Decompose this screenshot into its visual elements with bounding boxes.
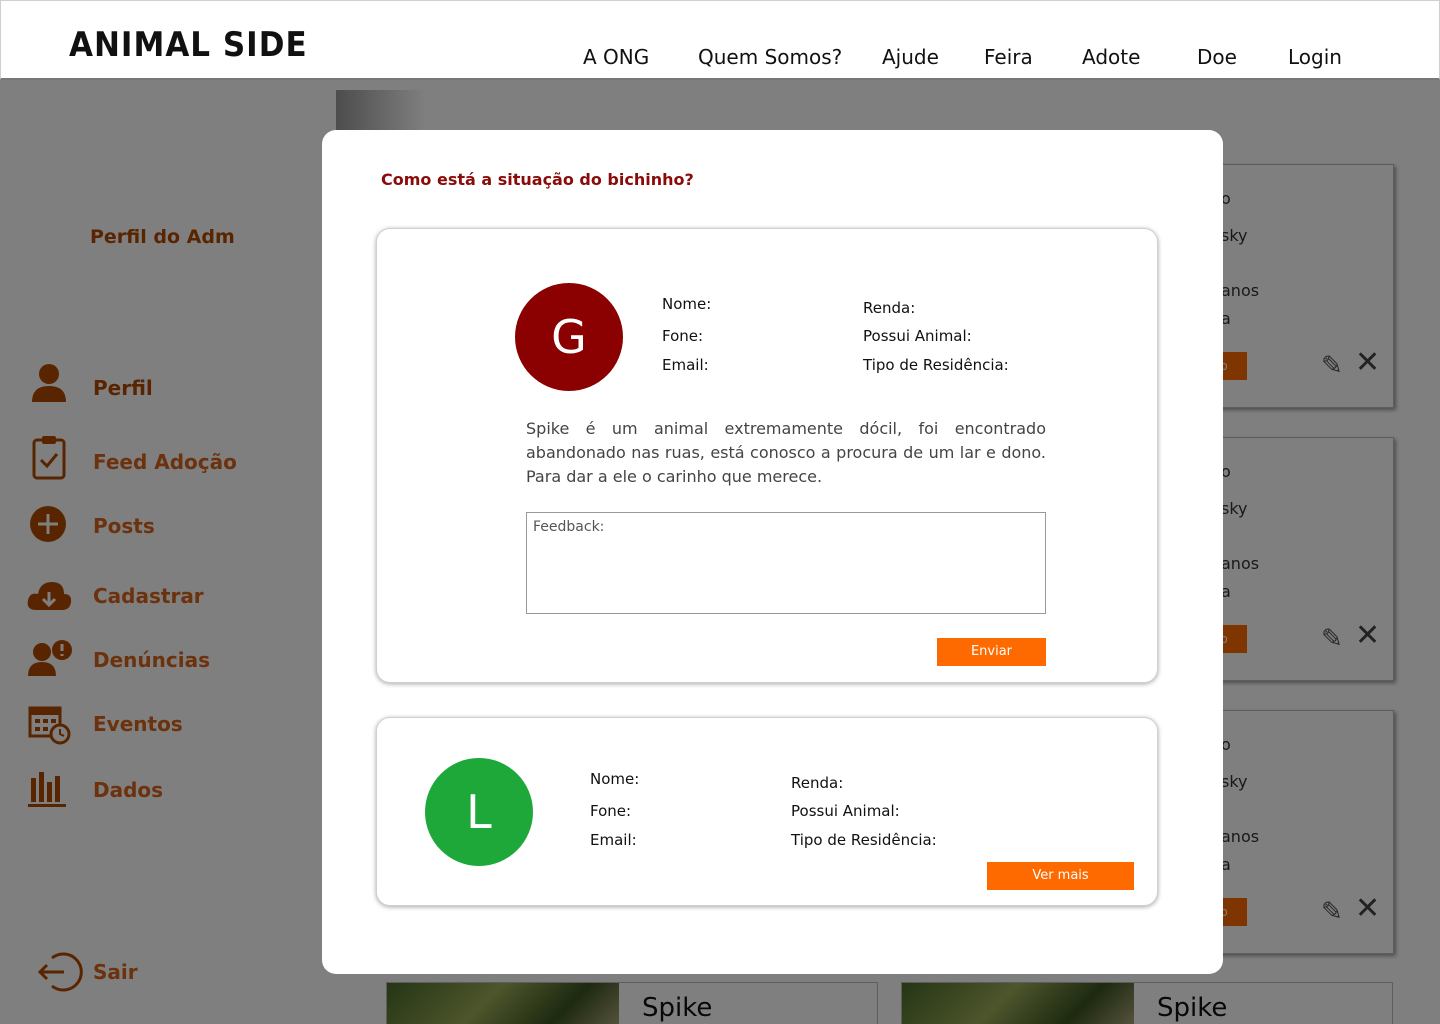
nav-quem-somos[interactable]: Quem Somos? [698,45,842,69]
avatar: G [515,283,623,391]
nav-feira[interactable]: Feira [984,45,1033,69]
nav-adote[interactable]: Adote [1082,45,1140,69]
field-fone: Fone: [590,802,632,820]
field-tipo-residencia: Tipo de Residência: [791,831,937,849]
feedback-modal: Como está a situação do bichinho? G Nome… [322,130,1223,974]
application-card: G Nome: Fone: Email: Renda: Possui Anima… [376,228,1158,683]
avatar: L [425,758,533,866]
field-tipo-residencia: Tipo de Residência: [863,356,1009,374]
nav-ajude[interactable]: Ajude [882,45,939,69]
send-button[interactable]: Enviar [937,638,1046,666]
field-renda: Renda: [863,299,916,317]
see-more-button[interactable]: Ver mais [987,862,1134,890]
pet-description: Spike é um animal extremamente dócil, fo… [526,419,1046,486]
nav-login[interactable]: Login [1288,45,1342,69]
feedback-input[interactable] [526,512,1046,614]
field-renda: Renda: [791,774,844,792]
field-nome: Nome: [590,770,640,788]
field-email: Email: [590,831,637,849]
field-possui-animal: Possui Animal: [791,802,900,820]
application-card: L Nome: Fone: Email: Renda: Possui Anima… [376,717,1158,906]
nav-doe[interactable]: Doe [1197,45,1237,69]
nav-a-ong[interactable]: A ONG [583,45,649,69]
field-nome: Nome: [662,295,712,313]
field-fone: Fone: [662,327,704,345]
modal-title: Como está a situação do bichinho? [381,170,694,189]
field-email: Email: [662,356,709,374]
top-header: ANIMAL SIDE A ONG Quem Somos? Ajude Feir… [0,0,1440,80]
field-possui-animal: Possui Animal: [863,327,972,345]
brand-logo[interactable]: ANIMAL SIDE [69,25,308,65]
